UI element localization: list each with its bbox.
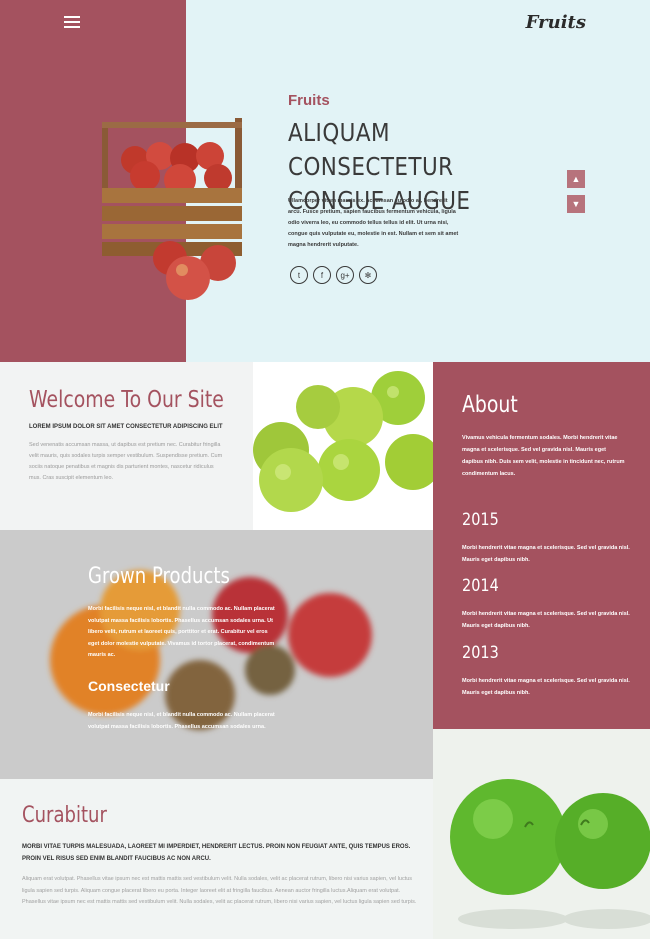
green-apples-pair-image bbox=[433, 729, 650, 939]
about-intro: Vivamus vehicula fermentum sodales. Morb… bbox=[462, 435, 625, 477]
about-section: About Vivamus vehicula fermentum sodales… bbox=[433, 362, 650, 729]
welcome-subtitle: LOREM IPSUM DOLOR SIT AMET CONSECTETUR A… bbox=[29, 424, 223, 430]
facebook-icon[interactable]: f bbox=[313, 266, 331, 284]
welcome-section: Welcome To Our Site LOREM IPSUM DOLOR SI… bbox=[0, 362, 253, 530]
year-text: Morbi hendrerit vitae magna et scelerisq… bbox=[462, 611, 630, 629]
menu-icon[interactable] bbox=[64, 16, 80, 30]
curabitur-section: Curabitur MORBI VITAE TURPIS MALESUADA, … bbox=[0, 779, 433, 939]
green-apples-image bbox=[253, 362, 433, 530]
slider-down-arrow-icon[interactable]: ▼ bbox=[567, 195, 585, 213]
year-heading: 2013 bbox=[462, 643, 499, 663]
apple-basket-image bbox=[102, 118, 242, 300]
grown-products-section: Grown Products Morbi facilisis neque nis… bbox=[0, 530, 433, 779]
slider-up-arrow-icon[interactable]: ▲ bbox=[567, 170, 585, 188]
grown-subtitle: Consectetur bbox=[88, 678, 170, 694]
about-title: About bbox=[462, 392, 518, 418]
year-heading: 2014 bbox=[462, 576, 499, 596]
welcome-title: Welcome To Our Site bbox=[29, 387, 224, 413]
grown-paragraph-2: Morbi facilisis neque nisl, et blandit n… bbox=[88, 712, 275, 730]
welcome-body: Sed venenatis accumsan massa, ut dapibus… bbox=[29, 442, 223, 481]
hero-section: Fruits Fruits ALIQUAM CONSECTETUR CONGUE… bbox=[0, 0, 650, 362]
year-heading: 2015 bbox=[462, 510, 499, 530]
hero-description: Ullamcorper vitam mauris ex. accumsan eu… bbox=[288, 198, 459, 248]
google-plus-icon[interactable]: g+ bbox=[336, 266, 354, 284]
twitter-icon[interactable]: t bbox=[290, 266, 308, 284]
curabitur-body: Aliquam erat volutpat. Phasellus vitae i… bbox=[22, 876, 417, 905]
brand-logo[interactable]: Fruits bbox=[526, 12, 586, 33]
dribbble-icon[interactable]: ✻ bbox=[359, 266, 377, 284]
social-links: t f g+ ✻ bbox=[290, 266, 377, 284]
curabitur-title: Curabitur bbox=[22, 803, 107, 828]
year-text: Morbi hendrerit vitae magna et scelerisq… bbox=[462, 678, 630, 696]
hero-eyebrow: Fruits bbox=[288, 92, 330, 109]
year-text: Morbi hendrerit vitae magna et scelerisq… bbox=[462, 545, 630, 563]
grown-title: Grown Products bbox=[88, 564, 230, 589]
grown-paragraph: Morbi facilisis neque nisl, et blandit n… bbox=[88, 606, 275, 658]
curabitur-subtitle: MORBI VITAE TURPIS MALESUADA, LAOREET MI… bbox=[22, 844, 411, 862]
